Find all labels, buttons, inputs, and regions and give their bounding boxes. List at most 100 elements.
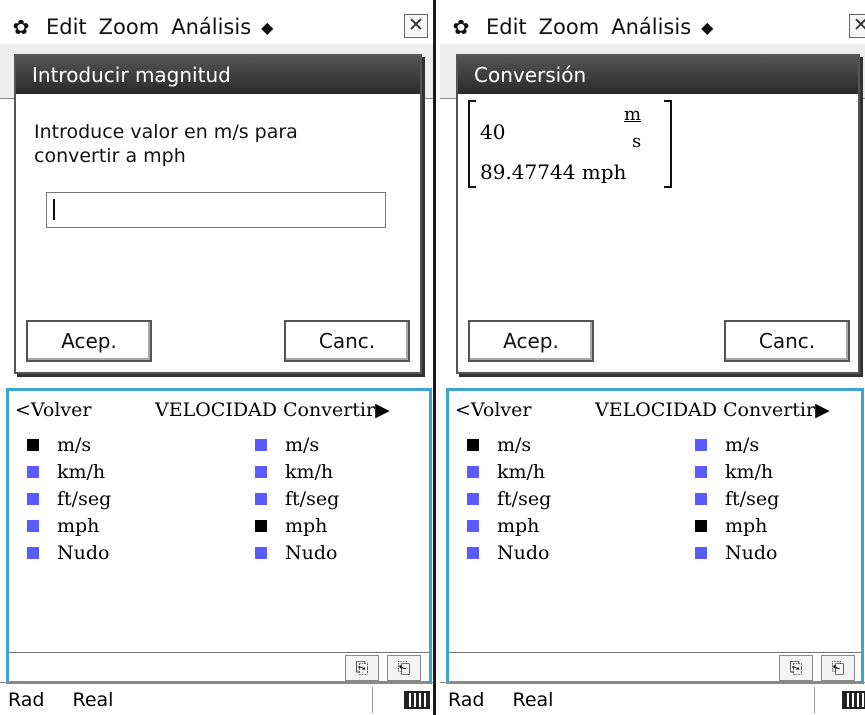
unit-label: km/h <box>497 460 546 483</box>
value-input[interactable] <box>46 192 386 228</box>
paste-icon[interactable]: ⎗ <box>387 655 421 681</box>
from-unit-list: m/s km/h ft/seg mph Nudo <box>467 431 551 566</box>
checkbox-icon[interactable] <box>467 519 479 532</box>
checkbox-icon[interactable] <box>255 438 267 451</box>
checkbox-icon[interactable] <box>467 492 479 505</box>
menu-zoom[interactable]: Zoom <box>99 15 160 39</box>
dialog-prompt: Introduce valor en m/s para convertir a … <box>34 120 298 168</box>
unit-label: m/s <box>497 433 532 456</box>
gear-icon[interactable]: ✿ <box>448 15 474 39</box>
menu-edit[interactable]: Edit <box>46 15 87 39</box>
input-value: 40 <box>480 120 506 144</box>
from-unit-item[interactable]: km/h <box>27 458 111 485</box>
from-unit-item[interactable]: Nudo <box>467 539 551 566</box>
checkbox-icon[interactable] <box>695 438 707 451</box>
unit-label: Nudo <box>57 541 110 564</box>
right-bracket <box>664 100 672 188</box>
copy-icon[interactable]: ⎘ <box>779 655 813 681</box>
unit-conversion-panel: <Volver VELOCIDAD Convertir▶ m/s km/h ft… <box>6 388 432 684</box>
to-unit-item[interactable]: mph <box>255 512 339 539</box>
to-unit-item[interactable]: Nudo <box>695 539 779 566</box>
checkbox-icon[interactable] <box>255 492 267 505</box>
checkbox-icon[interactable] <box>467 546 479 559</box>
checkbox-icon[interactable] <box>27 438 39 451</box>
output-value: 89.47744 mph <box>480 160 627 184</box>
unit-label: km/h <box>725 460 774 483</box>
back-link[interactable]: <Volver <box>455 399 531 421</box>
back-link[interactable]: <Volver <box>15 399 91 421</box>
cancel-button[interactable]: Canc. <box>284 320 410 362</box>
unit-label: m/s <box>57 433 92 456</box>
close-button[interactable]: ✕ <box>849 14 865 38</box>
accept-button[interactable]: Acep. <box>26 320 152 362</box>
unit-label: ft/seg <box>497 487 552 510</box>
angle-mode[interactable]: Rad <box>8 689 45 711</box>
accept-button[interactable]: Acep. <box>468 320 594 362</box>
prompt-line-1: Introduce valor en m/s para <box>34 121 298 143</box>
unit-label: m/s <box>285 433 320 456</box>
input-dialog: Introducir magnitud Introduce valor en m… <box>14 54 422 374</box>
menu-zoom[interactable]: Zoom <box>539 15 600 39</box>
to-unit-item[interactable]: Nudo <box>255 539 339 566</box>
dialog-title: Conversión <box>458 56 858 94</box>
from-unit-item[interactable]: m/s <box>27 431 111 458</box>
cancel-button[interactable]: Canc. <box>724 320 850 362</box>
from-unit-item[interactable]: Nudo <box>27 539 111 566</box>
unit-label: km/h <box>285 460 334 483</box>
to-unit-list: m/s km/h ft/seg mph Nudo <box>695 431 779 566</box>
from-unit-item[interactable]: km/h <box>467 458 551 485</box>
from-unit-item[interactable]: mph <box>467 512 551 539</box>
checkbox-icon[interactable] <box>695 465 707 478</box>
to-unit-item[interactable]: m/s <box>695 431 779 458</box>
unit-numerator: m <box>624 104 642 125</box>
to-unit-item[interactable]: ft/seg <box>255 485 339 512</box>
checkbox-icon[interactable] <box>695 519 707 532</box>
close-button[interactable]: ✕ <box>404 14 428 38</box>
convert-link[interactable]: Convertir▶ <box>283 399 390 421</box>
panel-footer: ⎘ ⎗ <box>9 652 429 681</box>
diamond-menu-icon[interactable]: ◆ <box>261 18 273 37</box>
copy-icon[interactable]: ⎘ <box>345 655 379 681</box>
checkbox-icon[interactable] <box>27 492 39 505</box>
from-unit-item[interactable]: ft/seg <box>467 485 551 512</box>
menu-analysis[interactable]: Análisis <box>611 15 691 39</box>
angle-mode[interactable]: Rad <box>448 689 485 711</box>
checkbox-icon[interactable] <box>695 546 707 559</box>
panel-header: <Volver VELOCIDAD Convertir▶ <box>455 399 861 423</box>
menu-edit[interactable]: Edit <box>486 15 527 39</box>
from-unit-item[interactable]: m/s <box>467 431 551 458</box>
unit-label: mph <box>725 514 768 537</box>
checkbox-icon[interactable] <box>27 546 39 559</box>
checkbox-icon[interactable] <box>695 492 707 505</box>
unit-label: m/s <box>725 433 760 456</box>
to-unit-item[interactable]: m/s <box>255 431 339 458</box>
checkbox-icon[interactable] <box>467 465 479 478</box>
checkbox-icon[interactable] <box>27 519 39 532</box>
status-bar: Rad Real <box>440 682 865 715</box>
checkbox-icon[interactable] <box>467 438 479 451</box>
number-format[interactable]: Real <box>513 689 554 711</box>
checkbox-icon[interactable] <box>255 546 267 559</box>
diamond-menu-icon[interactable]: ◆ <box>701 18 713 37</box>
to-unit-item[interactable]: mph <box>695 512 779 539</box>
from-unit-item[interactable]: ft/seg <box>27 485 111 512</box>
number-format[interactable]: Real <box>73 689 114 711</box>
paste-icon[interactable]: ⎗ <box>821 655 855 681</box>
unit-label: km/h <box>57 460 106 483</box>
menu-analysis[interactable]: Análisis <box>171 15 251 39</box>
to-unit-item[interactable]: km/h <box>255 458 339 485</box>
checkbox-icon[interactable] <box>27 465 39 478</box>
checkbox-icon[interactable] <box>255 465 267 478</box>
battery-icon <box>404 691 430 709</box>
from-unit-item[interactable]: mph <box>27 512 111 539</box>
menu-bar: ✿ Edit Zoom Análisis ◆ <box>440 10 865 44</box>
to-unit-item[interactable]: ft/seg <box>695 485 779 512</box>
status-divider <box>814 687 815 713</box>
convert-link[interactable]: Convertir▶ <box>723 399 830 421</box>
panel-title: VELOCIDAD <box>155 399 278 421</box>
checkbox-icon[interactable] <box>255 519 267 532</box>
to-unit-item[interactable]: km/h <box>695 458 779 485</box>
calculator-screen-left: ✿ Edit Zoom Análisis ◆ ✕ Introducir magn… <box>0 0 436 715</box>
panel-title: VELOCIDAD <box>595 399 718 421</box>
gear-icon[interactable]: ✿ <box>8 15 34 39</box>
